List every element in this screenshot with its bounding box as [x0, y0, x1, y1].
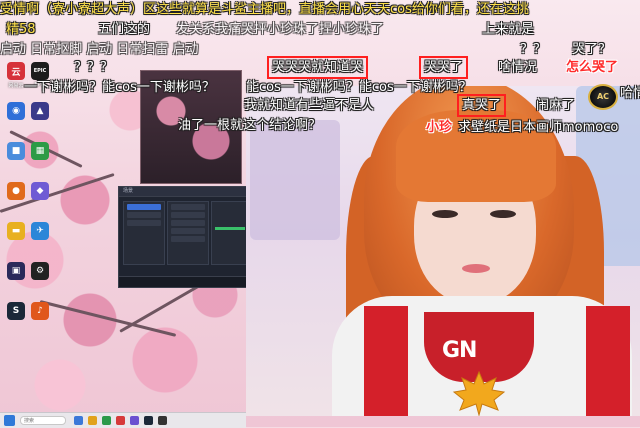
danmaku-comment: 精58	[6, 22, 36, 37]
suit-red-stripe	[364, 306, 408, 416]
lips	[462, 264, 490, 273]
obs-scene-item[interactable]	[127, 220, 161, 226]
obs-window[interactable]: 场景	[118, 186, 250, 288]
danmaku-comment: 受情啊（寮小寮超大声）区这些就算是斗鲨主播吧，直播会用心天天cos给你们看，还在…	[0, 2, 529, 17]
obs-source-item[interactable]	[171, 212, 205, 218]
desktop-app-icon[interactable]: ▣	[7, 262, 25, 280]
desktop-app-icon[interactable]: EPIC	[31, 62, 49, 80]
desktop-app-icon[interactable]: 云	[7, 62, 25, 80]
highlight-box	[457, 94, 506, 117]
danmaku-comment: 小珍	[426, 120, 453, 135]
eye	[432, 210, 458, 218]
danmaku-comment: 怎么哭了	[566, 60, 619, 75]
shirt-text: GN	[442, 338, 477, 363]
danmaku-comment: 能cos一下谢彬吗？能cos一下谢彬吗？	[246, 80, 472, 95]
obs-scene-item[interactable]	[127, 204, 161, 210]
obs-audio-meter	[215, 227, 245, 230]
obs-source-item[interactable]	[171, 228, 205, 234]
danmaku-comment: 发关系我痛哭抨小珍珠了捏小珍珠了	[176, 22, 385, 37]
taskbar-app-icon[interactable]	[130, 416, 139, 425]
maple-leaf-icon	[452, 370, 506, 416]
danmaku-comment: 啥情况	[498, 60, 538, 75]
desktop-app-icon[interactable]: ▲	[31, 102, 49, 120]
highlight-box	[267, 56, 368, 79]
taskbar-app-icon[interactable]	[74, 416, 83, 425]
danmaku-comment: 一下谢彬吗？能cos一下谢彬吗？	[24, 80, 215, 95]
danmaku-comment: 闹麻了	[536, 98, 576, 113]
desktop-app-icon[interactable]: ⚙	[31, 262, 49, 280]
danmaku-comment: 我就知道有些逼不是人	[244, 98, 375, 113]
taskbar-search[interactable]: 搜索	[20, 416, 66, 425]
obs-source-item[interactable]	[171, 204, 205, 210]
danmaku-comment: 启动 日常抠脚 启动 日常扫雷 启动	[0, 42, 199, 57]
desktop-app-icon[interactable]: ■	[7, 142, 25, 160]
sakura-branch	[39, 300, 177, 337]
webcam-feed: GN	[246, 86, 640, 416]
obs-status-bar	[119, 276, 249, 287]
desktop-app-icon[interactable]: ✈	[31, 222, 49, 240]
desktop-app-icon[interactable]: ♪	[31, 302, 49, 320]
danmaku-comment: 上来就是	[482, 22, 535, 37]
danmaku-comment: 哈情	[620, 86, 640, 101]
taskbar-app-icon[interactable]	[116, 416, 125, 425]
obs-source-list[interactable]	[167, 201, 209, 265]
danmaku-comment: 油了一根就这个结论啊？	[178, 118, 322, 133]
desktop-app-icon[interactable]: ▦	[31, 142, 49, 160]
eye	[490, 210, 516, 218]
desktop-app-icon[interactable]: ●	[7, 182, 25, 200]
danmaku-comment: 哭了？	[572, 42, 612, 57]
highlight-box	[419, 56, 468, 79]
start-button[interactable]	[4, 415, 15, 426]
danmaku-comment: ？？	[520, 42, 547, 57]
desktop-app-icon[interactable]: ◆	[31, 182, 49, 200]
taskbar-app-icon[interactable]	[88, 416, 97, 425]
danmaku-comment: 求壁纸是日本画师momoco	[458, 120, 619, 135]
background-shelf	[250, 120, 340, 240]
rank-badge: AC	[588, 84, 618, 110]
danmaku-comment: 五们这的	[98, 22, 151, 37]
windows-taskbar: 搜索	[0, 412, 246, 428]
taskbar-app-icon[interactable]	[102, 416, 111, 425]
obs-mixer[interactable]	[211, 201, 247, 265]
taskbar-app-icon[interactable]	[158, 416, 167, 425]
desktop-app-icon[interactable]: S	[7, 302, 25, 320]
obs-source-item[interactable]	[171, 236, 205, 242]
taskbar-app-icon[interactable]	[144, 416, 153, 425]
obs-scene-item[interactable]	[127, 212, 161, 218]
obs-scene-list[interactable]	[123, 201, 165, 265]
obs-source-item[interactable]	[171, 220, 205, 226]
suit-red-stripe	[586, 306, 630, 416]
danmaku-comment: ？？？	[74, 60, 114, 75]
desktop-app-icon[interactable]: ◉	[7, 102, 25, 120]
desktop-app-icon[interactable]: ▬	[7, 222, 25, 240]
obs-title-bar[interactable]: 场景	[119, 187, 249, 197]
